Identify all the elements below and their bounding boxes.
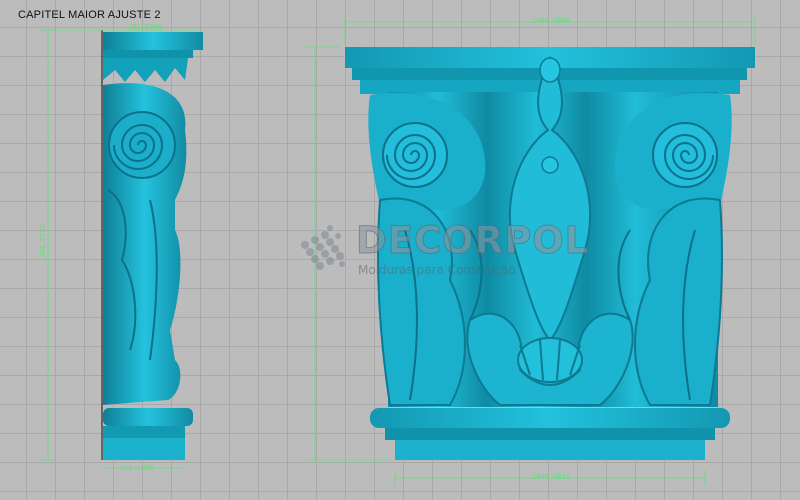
watermark-subtitle: Molduras para Construção	[358, 263, 516, 277]
watermark-name: DECORPOL	[355, 219, 590, 263]
front-top-width-label: 1400.0000	[532, 18, 570, 26]
3d-viewport[interactable]: CAPITEL MAIOR AJUSTE 2 101.8000 1402.878…	[0, 0, 800, 500]
front-bottom-width-label: 1049.0031	[532, 474, 570, 482]
decorpol-logo	[301, 225, 345, 270]
side-top-width-label: 101.8000	[128, 24, 162, 32]
side-height-label: 1402.8782	[40, 224, 48, 262]
side-view-model[interactable]	[101, 30, 203, 460]
side-bottom-width-label: 318.6058	[120, 465, 154, 473]
